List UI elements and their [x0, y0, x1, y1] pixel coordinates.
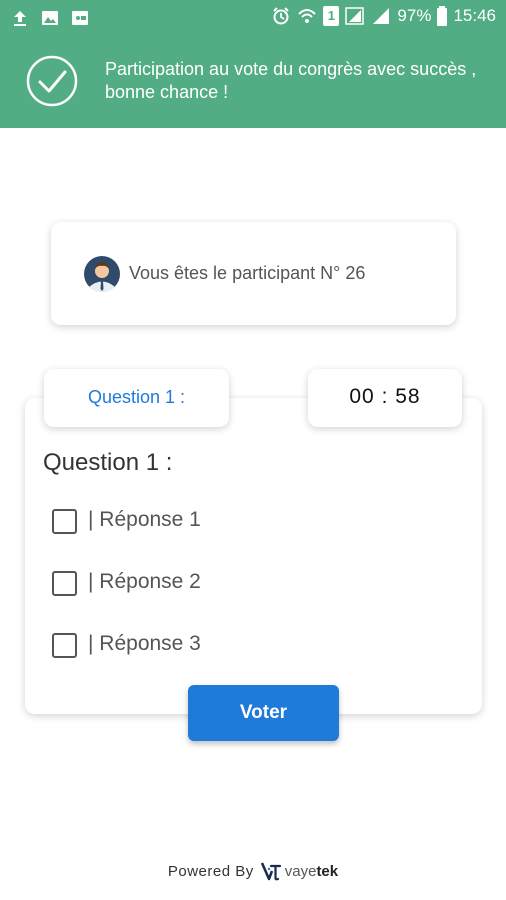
question-title: Question 1 :: [43, 449, 173, 476]
question-tab: Question 1 :: [44, 369, 229, 427]
countdown-timer: 00 : 58: [308, 369, 462, 427]
wifi-icon: [298, 9, 317, 23]
answer-3-label: | Réponse 3: [88, 632, 201, 655]
answer-2-label: | Réponse 2: [88, 570, 201, 593]
status-right-icons: 1 97% 15:46: [271, 6, 496, 26]
answer-1-label: | Réponse 1: [88, 508, 201, 531]
success-banner: Participation au vote du congrès avec su…: [0, 36, 506, 128]
participant-number: Vous êtes le participant N° 26: [129, 263, 366, 283]
status-left-icons: [10, 8, 90, 28]
brand-logo: vayetek: [260, 860, 338, 882]
answer-option-1[interactable]: | Réponse 1: [52, 508, 352, 539]
signal-icon: [345, 7, 365, 25]
clock: 15:46: [453, 6, 496, 25]
answer-1-checkbox[interactable]: [52, 509, 77, 534]
answer-3-checkbox[interactable]: [52, 633, 77, 658]
answer-option-3[interactable]: | Réponse 3: [52, 632, 352, 663]
battery-icon: [437, 6, 448, 26]
footer: Powered By vayetek: [0, 858, 506, 884]
participant-card: Vous êtes le participant N° 26: [51, 222, 456, 325]
sim-icon: 1: [323, 6, 340, 26]
powered-by-label: Powered By: [167, 862, 254, 880]
status-bar: 1 97% 15:46: [0, 0, 506, 36]
question-card: [25, 398, 482, 714]
brand-suffix: tek: [316, 862, 339, 880]
alarm-icon: [273, 7, 290, 25]
question-tab-label: Question 1 :: [87, 387, 186, 407]
check-circle-icon: [26, 55, 78, 107]
screencast-icon: [72, 11, 88, 25]
vayetek-logo-icon: [260, 862, 281, 881]
answer-2-checkbox[interactable]: [52, 571, 77, 596]
brand-prefix: vaye: [284, 862, 317, 880]
upload-icon: [14, 11, 26, 26]
vote-button[interactable]: Voter: [188, 685, 339, 741]
brand-name: vayetek: [285, 863, 338, 880]
image-icon: [42, 11, 58, 25]
banner-message: Participation au vote du congrès avec su…: [105, 59, 477, 102]
signal-icon: [373, 8, 390, 24]
timer-value: 00 : 58: [349, 385, 421, 408]
answer-option-2[interactable]: | Réponse 2: [52, 570, 352, 601]
avatar-icon: [84, 256, 120, 292]
battery-percent: 97%: [397, 6, 432, 25]
